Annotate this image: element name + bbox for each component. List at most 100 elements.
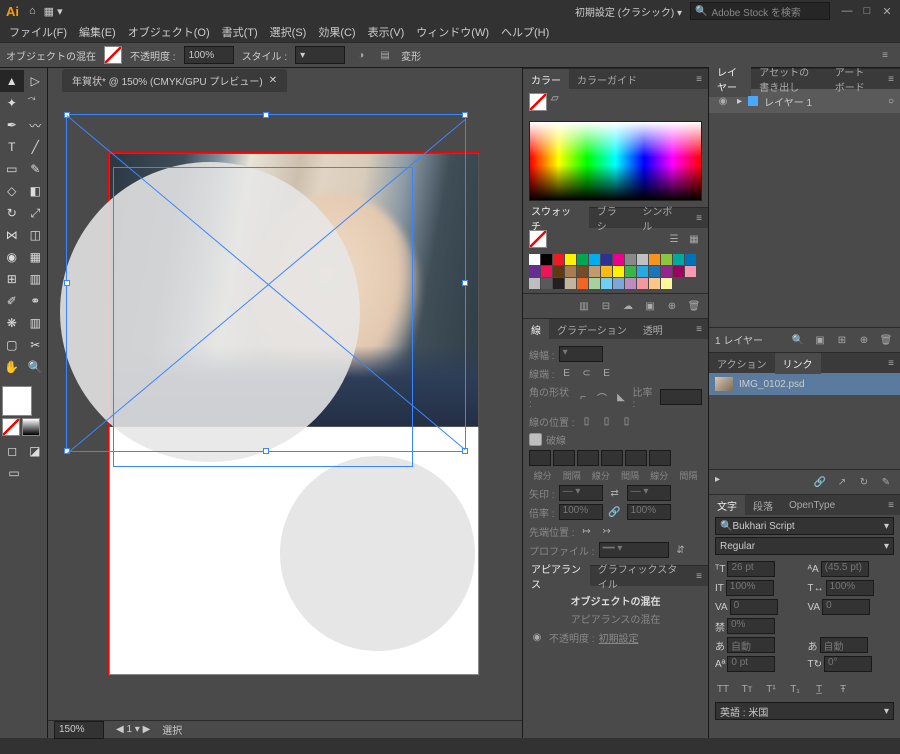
vscale-input[interactable]: 100% [726, 580, 774, 596]
menu-object[interactable]: オブジェクト(O) [123, 22, 215, 42]
update-link-icon[interactable]: ↻ [856, 474, 872, 490]
align-outside-icon[interactable]: ▯ [619, 413, 635, 429]
swatch[interactable] [553, 266, 564, 277]
swatch-fill-indicator[interactable] [529, 230, 547, 248]
swatch[interactable] [661, 266, 672, 277]
swatch[interactable] [565, 278, 576, 289]
swatch[interactable] [673, 266, 684, 277]
swatch-group-icon[interactable]: ▣ [642, 298, 658, 314]
appearance-panel-menu-icon[interactable]: ≡ [690, 571, 708, 582]
swatch[interactable] [625, 266, 636, 277]
workspace-switcher[interactable]: 初期設定 (クラシック) ▾ [575, 4, 682, 19]
cap-butt-icon[interactable]: E [559, 365, 575, 381]
swatch-options-icon[interactable]: ⊟ [598, 298, 614, 314]
corner-round-icon[interactable]: ⌒ [595, 389, 610, 405]
new-sublayer-icon[interactable]: ⊞ [834, 332, 850, 348]
arrow-align1-icon[interactable]: ↦ [579, 523, 595, 539]
paintbrush-tool[interactable]: ✎ [24, 158, 48, 180]
tab-gradient[interactable]: グラデーション [549, 319, 635, 340]
corner-miter-icon[interactable]: ⌐ [576, 389, 591, 405]
tab-opentype[interactable]: OpenType [781, 497, 843, 514]
draw-normal-icon[interactable]: ◻ [2, 440, 23, 462]
tab-color[interactable]: カラー [523, 69, 569, 90]
style-dropdown[interactable]: ▾ [295, 46, 345, 64]
swatch[interactable] [637, 278, 648, 289]
goto-link-icon[interactable]: ↗ [834, 474, 850, 490]
gap1-input[interactable] [553, 450, 575, 466]
tracking-input[interactable]: 0 [822, 599, 870, 615]
swatches-panel-menu-icon[interactable]: ≡ [690, 213, 708, 224]
gradient-tool[interactable]: ▥ [24, 268, 48, 290]
swatch[interactable] [625, 278, 636, 289]
language-dropdown[interactable]: 英語 : 米国▾ [715, 702, 894, 720]
perspective-tool[interactable]: ▦ [24, 246, 48, 268]
color-none-icon[interactable]: ▱ [551, 93, 565, 107]
menu-help[interactable]: ヘルプ(H) [496, 22, 554, 42]
swatch[interactable] [589, 266, 600, 277]
swatch[interactable] [529, 254, 540, 265]
fill-color-box[interactable] [2, 386, 32, 416]
new-layer-icon[interactable]: ⊕ [856, 332, 872, 348]
zoom-level[interactable]: 150% [54, 721, 104, 739]
stroke-panel-menu-icon[interactable]: ≡ [690, 324, 708, 335]
eyedropper-tool[interactable]: ✐ [0, 290, 24, 312]
type-tool[interactable]: T [0, 136, 24, 158]
swatch[interactable] [529, 266, 540, 277]
arrow-swap-icon[interactable]: ⇄ [607, 485, 623, 501]
swatch[interactable] [541, 266, 552, 277]
magic-wand-tool[interactable]: ✦ [0, 92, 24, 114]
arrow-end-dropdown[interactable]: — ▾ [627, 485, 671, 501]
symbol-sprayer-tool[interactable]: ❋ [0, 312, 24, 334]
ellipse-large[interactable] [60, 162, 360, 462]
arrow-scale-start[interactable]: 100% [559, 504, 603, 520]
profile-flip-icon[interactable]: ⇵ [673, 542, 689, 558]
dash-checkbox[interactable] [529, 433, 542, 446]
menu-type[interactable]: 書式(T) [217, 22, 263, 42]
superscript-icon[interactable]: T¹ [763, 681, 779, 697]
swatch[interactable] [553, 278, 564, 289]
swatch[interactable] [625, 254, 636, 265]
swatch[interactable] [673, 254, 684, 265]
transform-label[interactable]: 変形 [401, 48, 421, 63]
swatch[interactable] [577, 266, 588, 277]
free-transform-tool[interactable]: ◫ [24, 224, 48, 246]
pen-tool[interactable]: ✒ [0, 114, 24, 136]
tab-appearance[interactable]: アピアランス [523, 558, 590, 594]
tab-transparency[interactable]: 透明 [635, 319, 671, 340]
swatch[interactable] [661, 278, 672, 289]
cap-projecting-icon[interactable]: E [599, 365, 615, 381]
dash2-input[interactable] [577, 450, 599, 466]
menu-effect[interactable]: 効果(C) [313, 22, 360, 42]
color-fill-indicator[interactable] [529, 93, 547, 111]
layer-name[interactable]: レイヤー 1 [764, 94, 812, 109]
tab-links[interactable]: リンク [775, 353, 821, 374]
menu-select[interactable]: 選択(S) [265, 22, 312, 42]
align-icon[interactable]: ▤ [377, 47, 393, 63]
allcaps-icon[interactable]: TT [715, 681, 731, 697]
maximize-button[interactable]: □ [858, 4, 876, 18]
graph-tool[interactable]: ▥ [24, 312, 48, 334]
close-button[interactable]: ✕ [878, 4, 896, 18]
home-icon[interactable]: ⌂ [29, 5, 36, 17]
char-rotation-input[interactable]: 0° [824, 656, 872, 672]
rectangle-tool[interactable]: ▭ [0, 158, 24, 180]
character-panel-menu-icon[interactable]: ≡ [882, 500, 900, 511]
blend-tool[interactable]: ⚭ [24, 290, 48, 312]
cap-round-icon[interactable]: ⊂ [579, 365, 595, 381]
artboard-tool[interactable]: ▢ [0, 334, 24, 356]
arrow-align2-icon[interactable]: ↣ [599, 523, 615, 539]
baseline-shift-input[interactable]: 0 pt [727, 656, 775, 672]
tab-stroke[interactable]: 線 [523, 319, 549, 340]
menu-edit[interactable]: 編集(E) [74, 22, 121, 42]
profile-dropdown[interactable]: ━━ ▾ [599, 542, 669, 558]
layer-visibility-icon[interactable]: ◉ [715, 93, 731, 109]
strikethrough-icon[interactable]: Ŧ [835, 681, 851, 697]
tab-actions[interactable]: アクション [709, 353, 775, 374]
swatch[interactable] [565, 266, 576, 277]
swatch-grid-view-icon[interactable]: ▦ [686, 231, 702, 247]
rotate-tool[interactable]: ↻ [0, 202, 24, 224]
stroke-weight-input[interactable]: ▾ [559, 346, 603, 362]
minimize-button[interactable]: — [838, 4, 856, 18]
swatch[interactable] [553, 254, 564, 265]
mesh-tool[interactable]: ⊞ [0, 268, 24, 290]
